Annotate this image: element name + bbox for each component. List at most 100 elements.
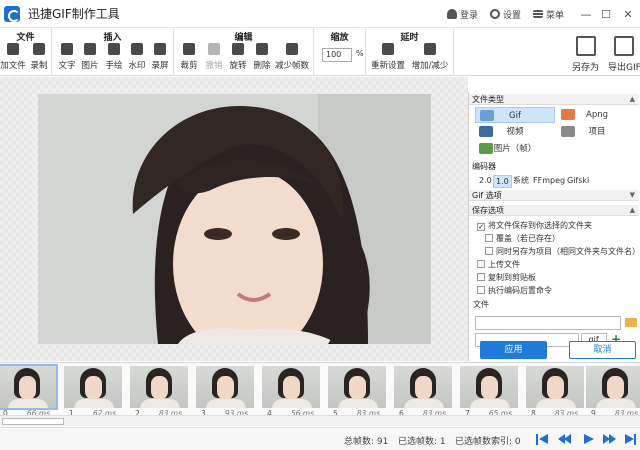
file-type-video[interactable]: 视频 — [475, 124, 555, 140]
total-frames: 总帧数: 91 — [344, 437, 389, 447]
option-copy-clipboard[interactable]: 复制到剪贴板 — [477, 273, 536, 283]
adjust-delay-button[interactable]: 增加/减少 — [412, 43, 448, 73]
frame-thumbnail-image — [196, 366, 254, 408]
file-type-image[interactable]: 图片（帧） — [475, 141, 555, 157]
menu-button[interactable]: 菜单 — [532, 8, 564, 21]
save-as-button[interactable]: 另存为 — [572, 36, 599, 73]
crop-button[interactable]: 裁剪 — [177, 43, 201, 73]
file-label: 文件 — [473, 300, 489, 309]
trash-icon — [256, 43, 268, 55]
export-icon — [614, 36, 635, 56]
save-as-icon — [575, 36, 596, 56]
app-title: 迅捷GIF制作工具 — [28, 7, 120, 21]
reset-icon — [382, 43, 394, 55]
checkbox-icon — [485, 234, 493, 242]
reduce-frames-button[interactable]: 减少帧数 — [275, 43, 309, 73]
frame-thumbnail[interactable]: 2 83 ms — [128, 365, 190, 417]
export-gif-button[interactable]: 导出GIF — [608, 36, 640, 73]
frame-thumbnail[interactable]: 4 56 ms — [260, 365, 322, 417]
encoder-ffmpeg[interactable]: FFmpeg — [531, 175, 567, 186]
watermark-button[interactable]: 水印 — [125, 43, 149, 73]
image-button[interactable]: 图片 — [78, 43, 102, 73]
record-button[interactable]: 录制 — [27, 43, 51, 73]
encoder-2-0[interactable]: 2.0 — [477, 175, 494, 186]
canvas-area[interactable] — [0, 77, 468, 361]
minimize-button[interactable]: — — [576, 0, 596, 28]
ribbon-toolbar: 文件 加文件 录制 插入 文字 图片 手绘 水印 录屏 编辑 裁剪 撤销 旋转 … — [0, 28, 640, 76]
selected-frames: 已选帧数: 1 — [398, 437, 446, 447]
image-icon — [84, 43, 96, 55]
frame-thumbnail[interactable]: 1 62 ms — [62, 365, 124, 417]
file-type-header[interactable]: 文件类型 ▲ — [469, 94, 639, 105]
app-logo-icon — [4, 5, 20, 22]
gear-icon — [489, 9, 500, 19]
frame-thumbnail-image — [130, 366, 188, 408]
checkbox-icon — [477, 260, 485, 268]
undo-button[interactable]: 撤销 — [202, 43, 226, 73]
zoom-input[interactable]: 100 — [322, 48, 352, 62]
screen-record-button[interactable]: 录屏 — [148, 43, 172, 73]
option-save-to-folder[interactable]: ✓ 将文件保存到你选择的文件夹 — [477, 221, 592, 231]
maximize-button[interactable]: ☐ — [596, 0, 616, 28]
frame-thumbnail[interactable]: 0 66 ms — [0, 364, 58, 417]
play-icon[interactable] — [582, 434, 594, 445]
folder-path-input[interactable] — [475, 316, 621, 330]
login-button[interactable]: 登录 — [446, 8, 478, 21]
selected-frame-index: 已选帧数索引: 0 — [455, 437, 521, 447]
encoder-1-0[interactable]: 1.0 — [493, 175, 512, 188]
frame-thumbnail-image — [394, 366, 452, 408]
frame-thumbnail[interactable]: 8 83 ms — [524, 365, 586, 417]
pen-icon — [108, 43, 120, 55]
frame-thumbnail[interactable]: 7 65 ms — [458, 365, 520, 417]
apply-button[interactable]: 应用 — [480, 341, 547, 359]
rotate-button[interactable]: 旋转 — [226, 43, 250, 73]
encoder-gifski[interactable]: Gifski — [565, 175, 591, 186]
encoder-system[interactable]: 系统 — [511, 175, 531, 186]
frame-filmstrip[interactable]: 0 66 ms 1 62 ms 2 83 ms 3 93 ms 4 56 ms 5 83 m… — [0, 362, 640, 417]
frame-thumbnail[interactable]: 5 83 ms — [326, 365, 388, 417]
gif-options-header[interactable]: Gif 选项 ▼ — [469, 190, 639, 201]
file-type-apng[interactable]: Apng — [557, 107, 637, 123]
option-overwrite[interactable]: 覆盖（若已存在） — [485, 234, 560, 244]
filmstrip-scrollbar[interactable] — [0, 415, 640, 426]
save-options-header[interactable]: 保存选项 ▲ — [469, 205, 639, 216]
previous-frame-icon[interactable] — [558, 434, 571, 445]
freehand-button[interactable]: 手绘 — [102, 43, 126, 73]
screen-record-icon — [154, 43, 166, 55]
text-button[interactable]: 文字 — [55, 43, 79, 73]
frame-thumbnail[interactable]: 6 83 ms — [392, 365, 454, 417]
frame-thumbnail-image — [0, 364, 58, 410]
expand-icon: ▼ — [629, 191, 635, 199]
file-type-gif[interactable]: Gif — [475, 107, 555, 123]
cancel-button[interactable]: 取消 — [569, 341, 636, 359]
collapse-icon: ▲ — [629, 95, 635, 103]
settings-button[interactable]: 设置 — [489, 8, 521, 21]
scrollbar-thumb[interactable] — [2, 418, 64, 425]
last-frame-icon[interactable] — [624, 434, 636, 445]
ribbon-group-title: 缩放 — [330, 33, 349, 43]
status-bar: 总帧数: 91 已选帧数: 1 已选帧数索引: 0 — [0, 427, 640, 450]
option-save-as-project[interactable]: 同时另存为项目（相同文件夹与文件名） — [485, 247, 640, 257]
option-post-encode-command[interactable]: 执行编码后置命令 — [477, 286, 552, 296]
user-icon — [446, 9, 457, 19]
camera-icon — [33, 43, 45, 55]
next-frame-icon[interactable] — [603, 434, 616, 445]
delete-button[interactable]: 删除 — [250, 43, 274, 73]
reduce-frames-icon — [286, 43, 298, 55]
ribbon-group-title: 编辑 — [234, 33, 253, 43]
frame-thumbnail[interactable]: 3 93 ms — [194, 365, 256, 417]
reset-delay-button[interactable]: 重新设置 — [371, 43, 405, 73]
frame-thumbnail[interactable]: 9 83 ms — [584, 365, 640, 417]
checkbox-icon — [485, 247, 493, 255]
frame-thumbnail-image — [262, 366, 320, 408]
file-type-project[interactable]: 项目 — [557, 124, 637, 140]
ribbon-group-delay: 延时 重新设置 增加/减少 — [366, 28, 454, 76]
option-upload[interactable]: 上传文件 — [477, 260, 520, 270]
first-frame-icon[interactable] — [536, 434, 548, 445]
add-file-button[interactable]: 加文件 — [0, 43, 26, 73]
folder-icon[interactable] — [625, 318, 637, 327]
gif-icon — [480, 110, 494, 121]
checkbox-icon — [477, 286, 485, 294]
frame-thumbnail-image — [328, 366, 386, 408]
close-button[interactable]: ✕ — [616, 0, 640, 28]
